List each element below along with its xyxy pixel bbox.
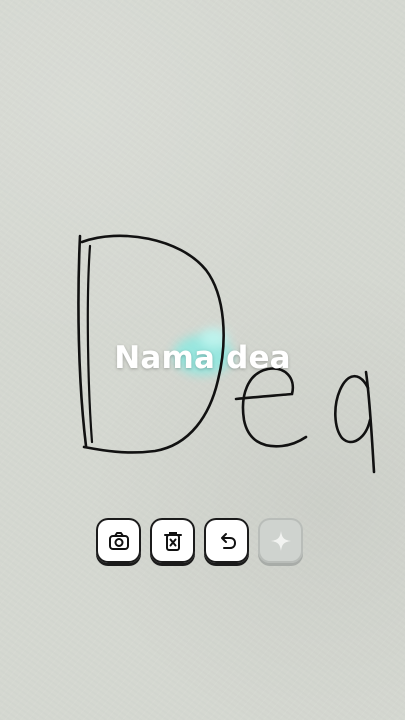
undo-button[interactable]	[204, 518, 249, 563]
letter-a-stem	[364, 370, 376, 474]
magic-button[interactable]	[258, 518, 303, 563]
clear-button[interactable]	[150, 518, 195, 563]
undo-icon	[220, 532, 236, 549]
letter-e	[234, 367, 308, 448]
name-caption: Nama dea	[114, 340, 291, 376]
camera-icon	[108, 531, 129, 550]
drawing-toolbar	[96, 518, 303, 563]
trash-x-icon	[163, 531, 182, 551]
camera-button[interactable]	[96, 518, 141, 563]
letter-a-bowl	[334, 374, 372, 444]
sparkle-icon	[270, 530, 291, 551]
